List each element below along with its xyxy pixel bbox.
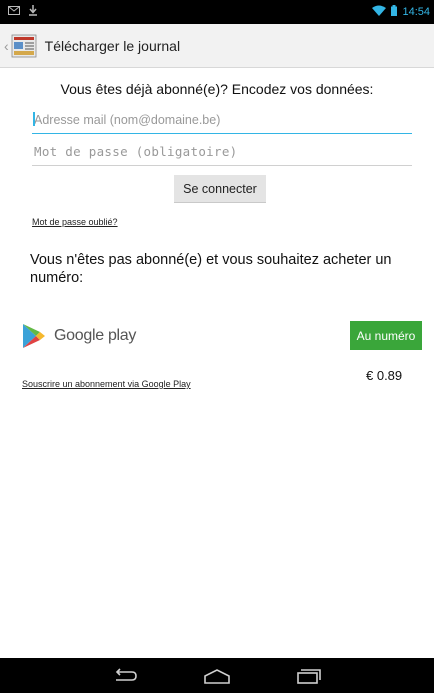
not-subscribed-text: Vous n'êtes pas abonné(e) et vous souhai… <box>30 252 392 286</box>
issue-price: € 0.89 <box>366 368 403 383</box>
login-prompt: Vous êtes déjà abonné(e)? Encodez vos do… <box>60 81 374 97</box>
status-right-icons: 14:54 <box>372 5 430 19</box>
status-left-icons <box>8 5 38 19</box>
status-bar: 14:54 <box>0 0 434 24</box>
newspaper-icon[interactable] <box>11 33 39 59</box>
gmail-icon <box>8 6 20 18</box>
buy-issue-button[interactable]: Au numéro <box>350 321 422 350</box>
connect-button[interactable]: Se connecter <box>174 175 266 203</box>
wifi-icon <box>372 5 387 19</box>
action-bar: ‹ Télécharger le journal <box>0 24 434 68</box>
page-title: Télécharger le journal <box>44 37 181 54</box>
download-icon <box>28 5 38 19</box>
recents-icon[interactable] <box>289 664 329 688</box>
navigation-bar <box>0 658 434 693</box>
google-play-logo: Google play <box>22 323 136 349</box>
battery-icon <box>391 5 398 19</box>
text-cursor <box>33 112 35 126</box>
google-play-icon <box>22 323 46 349</box>
up-caret-icon[interactable]: ‹ <box>4 38 9 54</box>
back-icon[interactable] <box>105 664 145 688</box>
email-field[interactable] <box>32 108 412 134</box>
forgot-password-link[interactable]: Mot de passe oublié? <box>32 217 118 227</box>
google-play-label: Google play <box>54 327 137 344</box>
subscribe-link[interactable]: Souscrire un abonnement via Google Play <box>22 379 191 389</box>
home-icon[interactable] <box>197 664 237 688</box>
password-field[interactable] <box>32 140 412 166</box>
status-time: 14:54 <box>402 6 430 18</box>
